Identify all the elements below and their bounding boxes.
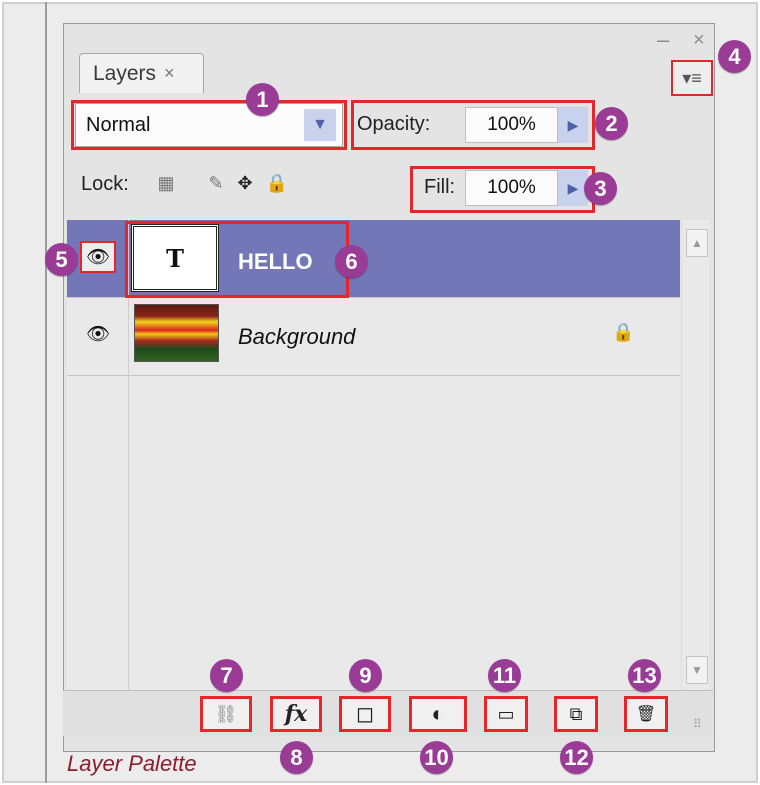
- new-layer-button[interactable]: ⧉: [554, 696, 598, 732]
- scroll-up-icon[interactable]: ▲: [686, 229, 708, 257]
- chevron-down-icon[interactable]: ▼: [304, 109, 336, 141]
- callout-11: 11: [488, 659, 521, 692]
- fill-field[interactable]: 100%: [465, 170, 558, 206]
- callout-8: 8: [280, 741, 313, 774]
- eye-icon[interactable]: 👁: [80, 241, 116, 273]
- opacity-slider-arrow-icon[interactable]: ▶: [558, 107, 588, 143]
- tab-layers[interactable]: Layers ×: [79, 53, 204, 93]
- scroll-down-icon[interactable]: ▼: [686, 656, 708, 684]
- opacity-field[interactable]: 100%: [465, 107, 558, 143]
- lock-all-icon[interactable]: 🔒: [265, 171, 289, 195]
- callout-6: 6: [335, 245, 368, 278]
- callout-5: 5: [45, 243, 78, 276]
- callout-10: 10: [420, 741, 453, 774]
- background-thumbnail[interactable]: [134, 304, 219, 362]
- lock-transparent-icon[interactable]: ▦: [154, 171, 178, 195]
- visibility-column: [67, 220, 129, 690]
- lock-image-icon[interactable]: ✎: [204, 171, 228, 195]
- callout-12: 12: [560, 741, 593, 774]
- opacity-label: Opacity:: [357, 113, 431, 135]
- delete-layer-button[interactable]: 🗑: [624, 696, 668, 732]
- layer-list-scrollbar[interactable]: [683, 220, 709, 690]
- frame-edge: [45, 2, 47, 783]
- layer-name-hello[interactable]: HELLO: [238, 249, 313, 275]
- blend-mode-select[interactable]: Normal ▼: [75, 103, 343, 147]
- layer-name-background[interactable]: Background: [238, 324, 355, 350]
- tab-close-icon[interactable]: ×: [164, 63, 175, 84]
- fx-button[interactable]: fx: [270, 696, 322, 732]
- fill-label: Fill:: [424, 176, 456, 198]
- blend-mode-value: Normal: [86, 113, 151, 136]
- minimize-button[interactable]: –: [657, 29, 669, 51]
- close-button[interactable]: ×: [693, 30, 705, 50]
- panel-menu-button[interactable]: ▾≡: [671, 60, 713, 96]
- resize-grip-icon[interactable]: ⠿: [693, 717, 703, 731]
- callout-7: 7: [210, 659, 243, 692]
- add-mask-button[interactable]: ◻: [339, 696, 391, 732]
- callout-13: 13: [628, 659, 661, 692]
- link-layers-button[interactable]: ⛓: [200, 696, 252, 732]
- callout-2: 2: [595, 107, 628, 140]
- layer-locked-icon: 🔒: [612, 322, 635, 342]
- adjustment-layer-button[interactable]: ◐: [409, 696, 467, 732]
- callout-1: 1: [246, 83, 279, 116]
- eye-icon[interactable]: 👁: [80, 318, 116, 350]
- lock-label: Lock:: [81, 173, 129, 195]
- caption: Layer Palette: [67, 751, 197, 776]
- tab-layers-label: Layers: [93, 61, 157, 85]
- callout-4: 4: [718, 40, 751, 73]
- new-group-button[interactable]: ▭: [484, 696, 528, 732]
- lock-position-icon[interactable]: ✥: [233, 171, 257, 195]
- menu-icon: ▾≡: [682, 67, 702, 88]
- text-layer-thumbnail[interactable]: T: [131, 224, 219, 292]
- callout-3: 3: [584, 172, 617, 205]
- callout-9: 9: [349, 659, 382, 692]
